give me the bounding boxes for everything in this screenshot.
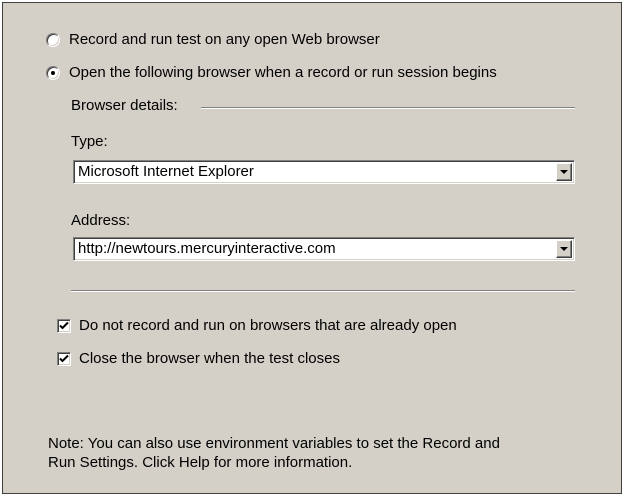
address-label: Address: [71, 212, 131, 229]
browser-details-label: Browser details: [71, 97, 178, 114]
radio-any-open-browser[interactable] [46, 33, 60, 47]
chevron-down-icon [560, 170, 568, 174]
radio-open-following-browser[interactable] [46, 66, 60, 80]
radio-selected-dot [51, 71, 55, 75]
note-line-2: Run Settings. Click Help for more inform… [48, 454, 353, 471]
address-combobox-value: http://newtours.mercuryinteractive.com [78, 240, 336, 257]
type-dropdown-button[interactable] [556, 163, 572, 181]
record-run-settings-panel: Record and run test on any open Web brow… [2, 2, 622, 494]
checkmark-icon [59, 354, 69, 363]
note-line-1: Note: You can also use environment varia… [48, 435, 500, 452]
type-combobox[interactable]: Microsoft Internet Explorer [73, 160, 575, 184]
radio-any-open-browser-label[interactable]: Record and run test on any open Web brow… [69, 31, 380, 49]
checkbox-close-browser[interactable] [57, 352, 71, 366]
address-dropdown-button[interactable] [556, 240, 572, 258]
section-divider [71, 290, 575, 292]
type-combobox-value: Microsoft Internet Explorer [78, 163, 254, 180]
checkbox-no-record-open-browsers[interactable] [57, 319, 71, 333]
checkbox-close-browser-label[interactable]: Close the browser when the test closes [79, 350, 340, 368]
checkmark-icon [59, 321, 69, 330]
type-label: Type: [71, 133, 108, 150]
browser-details-divider [201, 107, 575, 109]
chevron-down-icon [560, 247, 568, 251]
address-combobox[interactable]: http://newtours.mercuryinteractive.com [73, 237, 575, 261]
checkbox-no-record-open-browsers-label[interactable]: Do not record and run on browsers that a… [79, 317, 457, 335]
radio-open-following-browser-label[interactable]: Open the following browser when a record… [69, 64, 497, 82]
